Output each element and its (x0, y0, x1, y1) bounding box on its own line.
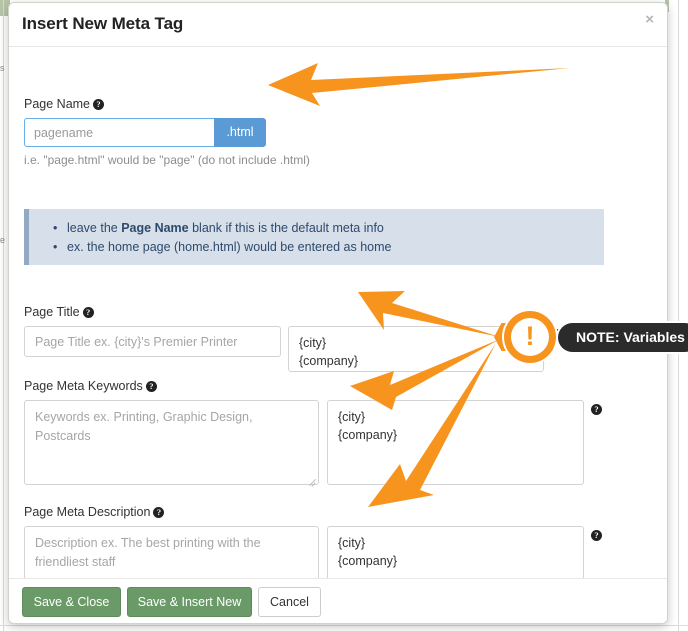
modal-body: Page Name? .html i.e. "page.html" would … (9, 47, 667, 582)
info-bullet-2-pre: ex. the home page (home.html) would be e… (67, 240, 392, 254)
page-name-label-text: Page Name (24, 97, 90, 111)
help-icon[interactable]: ? (551, 329, 562, 340)
page-meta-keywords-textarea[interactable] (24, 400, 319, 485)
save-insert-new-button[interactable]: Save & Insert New (127, 587, 252, 617)
page-meta-keywords-variables[interactable]: {city} {company} (327, 400, 584, 485)
close-icon[interactable]: × (645, 12, 654, 27)
help-icon[interactable]: ? (591, 404, 602, 415)
list-item: leave the Page Name blank if this is the… (67, 219, 604, 238)
page-name-label: Page Name? (24, 97, 104, 111)
info-bullet-1-strong: Page Name (121, 221, 188, 235)
html-extension-addon[interactable]: .html (214, 118, 266, 147)
page-title-label: Page Title? (24, 305, 94, 319)
page-meta-description-label-text: Page Meta Description (24, 505, 150, 519)
background-vertical-rule (678, 0, 679, 631)
background-text-fragment: s (0, 63, 5, 73)
info-bullet-1-pre: leave the (67, 221, 121, 235)
info-bullet-1-post: blank if this is the default meta info (189, 221, 384, 235)
cancel-button[interactable]: Cancel (258, 587, 321, 617)
page-name-hint: i.e. "page.html" would be "page" (do not… (24, 153, 310, 167)
background-vertical-rule (3, 0, 4, 631)
list-item: ex. the home page (home.html) would be e… (67, 238, 604, 257)
page-meta-keywords-label-text: Page Meta Keywords (24, 379, 143, 393)
page-title-variables[interactable]: {city} {company} (288, 326, 544, 372)
page-title: Insert New Meta Tag (22, 14, 183, 34)
page-title-label-text: Page Title (24, 305, 80, 319)
help-icon[interactable]: ? (83, 307, 94, 318)
page-name-input[interactable] (24, 118, 214, 147)
page-title-input[interactable] (24, 326, 281, 357)
save-close-button[interactable]: Save & Close (22, 587, 121, 617)
modal-header: Insert New Meta Tag × (9, 3, 667, 47)
background-horizontal-rule (0, 625, 688, 626)
page-meta-description-label: Page Meta Description? (24, 505, 164, 519)
page-meta-keywords-label: Page Meta Keywords? (24, 379, 157, 393)
modal-footer: Save & Close Save & Insert New Cancel (9, 578, 667, 623)
info-alert-list: leave the Page Name blank if this is the… (29, 209, 604, 257)
background-text-fragment: e (0, 235, 5, 245)
help-icon[interactable]: ? (591, 530, 602, 541)
help-icon[interactable]: ? (93, 99, 104, 110)
info-alert: leave the Page Name blank if this is the… (24, 209, 604, 265)
help-icon[interactable]: ? (153, 507, 164, 518)
help-icon[interactable]: ? (146, 381, 157, 392)
insert-meta-tag-modal: Insert New Meta Tag × Page Name? .html i… (8, 2, 668, 624)
